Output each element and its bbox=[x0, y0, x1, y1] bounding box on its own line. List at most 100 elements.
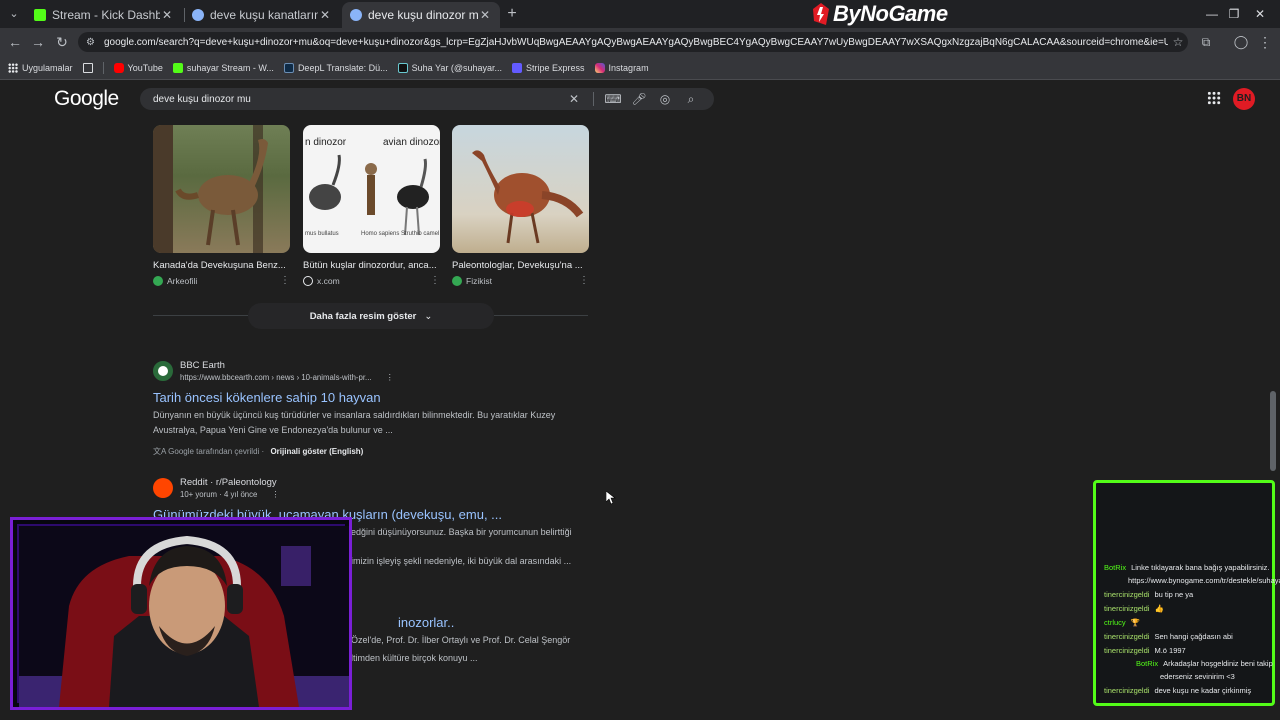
dinosaur-forest-image[interactable] bbox=[153, 125, 290, 253]
show-original-link[interactable]: Orijinali göster (English) bbox=[270, 447, 363, 456]
page-scrollbar[interactable] bbox=[1270, 391, 1276, 471]
image-source[interactable]: x.com ⋮ bbox=[303, 275, 440, 286]
back-arrow-icon[interactable]: ← bbox=[5, 32, 25, 52]
bookmark-youtube[interactable]: YouTube bbox=[113, 62, 163, 73]
tab-strip: ⌄ Stream - Kick Dashboard ✕ deve kuşu ka… bbox=[0, 0, 1280, 28]
image-caption[interactable]: Paleontologlar, Devekuşu'na ... bbox=[452, 260, 589, 271]
tab-devekusu-kanat[interactable]: deve kuşu kanatlarının içindeki ✕ bbox=[184, 2, 340, 28]
streamer-image bbox=[19, 526, 349, 707]
feathered-dinosaur-image[interactable] bbox=[452, 125, 589, 253]
account-avatar[interactable]: BN bbox=[1233, 88, 1255, 110]
x-logo-icon bbox=[303, 275, 313, 286]
close-tab-icon[interactable]: ✕ bbox=[318, 8, 332, 22]
bookmark-label: suhayar Stream - W... bbox=[186, 62, 274, 73]
more-options-icon[interactable]: ⋮ bbox=[579, 275, 589, 286]
lens-icon[interactable]: ◎ bbox=[652, 92, 678, 106]
bookmark-divider bbox=[102, 61, 104, 74]
result-url-text: https://www.bbcearth.com › news › 10-ani… bbox=[180, 373, 372, 382]
bookmark-deepl[interactable]: DeepL Translate: Dü... bbox=[283, 62, 388, 73]
result-site-url: https://www.bbcearth.com › news › 10-ani… bbox=[180, 373, 394, 382]
image-label-bottom-middle: Homo sapiens bbox=[361, 231, 399, 237]
chat-text: 🏆 bbox=[1130, 618, 1141, 627]
google-favicon-icon bbox=[192, 9, 204, 21]
chat-text: Sen hangi çağdasın abi bbox=[1154, 632, 1233, 641]
image-source-name: x.com bbox=[317, 275, 340, 286]
translation-note: 文A Google tarafından çevrildi · Orijinal… bbox=[153, 446, 593, 457]
bookmark-tiktok[interactable]: Suha Yar (@suhayar... bbox=[397, 62, 502, 73]
tab-google-search-active[interactable]: deve kuşu dinozor mu - Google ✕ bbox=[342, 2, 500, 28]
result-site[interactable]: Reddit · r/Paleontology 10+ yorum · 4 yı… bbox=[153, 477, 593, 499]
close-window-icon[interactable]: ✕ bbox=[1238, 0, 1280, 28]
image-source-name: Arkeofili bbox=[167, 275, 198, 286]
google-logo[interactable]: Google bbox=[54, 87, 119, 111]
search-input[interactable]: deve kuşu dinozor mu bbox=[153, 94, 561, 105]
microphone-icon[interactable]: 🎤︎ bbox=[626, 92, 652, 106]
mouse-cursor-icon bbox=[606, 491, 616, 505]
account-initial: BN bbox=[1236, 93, 1252, 104]
chat-text: Arkadaşlar hoşgeldiniz beni takip bbox=[1163, 659, 1273, 668]
forward-arrow-icon[interactable]: → bbox=[28, 32, 48, 52]
new-tab-button[interactable]: + bbox=[502, 4, 522, 24]
address-bar[interactable]: ⚙ google.com/search?q=deve+kuşu+dinozor+… bbox=[78, 32, 1188, 52]
avian-dinosaur-diagram-image[interactable]: n dinozor avian dinozor mus bullatus Hom… bbox=[303, 125, 440, 253]
reload-icon[interactable]: ↻ bbox=[52, 32, 72, 52]
arkeofili-favicon-icon bbox=[153, 275, 163, 286]
chat-message: tinercinizgeldi deve kuşu ne kadar çirkin… bbox=[1104, 686, 1251, 695]
result-url-text: 10+ yorum · 4 yıl önce bbox=[180, 490, 258, 499]
address-url[interactable]: google.com/search?q=deve+kuşu+dinozor+mu… bbox=[104, 37, 1168, 48]
close-tab-icon[interactable]: ✕ bbox=[478, 8, 492, 22]
site-info-icon[interactable]: ⚙ bbox=[86, 37, 104, 48]
more-options-icon[interactable]: ⋮ bbox=[430, 275, 440, 286]
image-caption[interactable]: Kanada'da Devekuşuna Benz... bbox=[153, 260, 290, 271]
image-source-name: Fizikist bbox=[466, 275, 492, 286]
menu-kebab-icon[interactable]: ⋮ bbox=[1255, 32, 1275, 52]
close-tab-icon[interactable]: ✕ bbox=[160, 8, 174, 22]
fizikist-favicon-icon bbox=[452, 275, 462, 286]
chat-message: tinercinizgeldi Sen hangi çağdasın abi bbox=[1104, 632, 1233, 641]
image-caption[interactable]: Bütün kuşlar dinozordur, anca... bbox=[303, 260, 440, 271]
chat-text: bu tip ne ya bbox=[1154, 590, 1194, 599]
more-options-icon[interactable]: ⋮ bbox=[272, 490, 280, 499]
reading-list-icon[interactable] bbox=[82, 62, 93, 73]
search-icon[interactable]: ⌕ bbox=[678, 92, 704, 107]
bookmark-stripe[interactable]: Stripe Express bbox=[512, 62, 585, 73]
image-source[interactable]: Arkeofili ⋮ bbox=[153, 275, 290, 286]
chat-message: ederseniz sevinirim <3 bbox=[1160, 672, 1235, 681]
deepl-icon bbox=[283, 62, 294, 73]
bookmark-kick-stream[interactable]: suhayar Stream - W... bbox=[172, 62, 274, 73]
result-site[interactable]: BBC Earth https://www.bbcearth.com › new… bbox=[153, 360, 593, 382]
tab-kick-dashboard[interactable]: Stream - Kick Dashboard ✕ bbox=[26, 2, 182, 28]
instagram-icon bbox=[594, 62, 605, 73]
chat-username: tinercinizgeldi bbox=[1104, 590, 1150, 599]
image-result-card[interactable]: n dinozor avian dinozor mus bullatus Hom… bbox=[303, 125, 440, 286]
google-apps-icon[interactable] bbox=[1207, 91, 1221, 105]
result-title-link[interactable]: Tarih öncesi kökenlere sahip 10 hayvan bbox=[153, 390, 593, 405]
chat-message: tinercinizgeldi bu tip ne ya bbox=[1104, 590, 1193, 599]
more-options-icon[interactable]: ⋮ bbox=[280, 275, 290, 286]
keyboard-icon[interactable]: ⌨ bbox=[600, 92, 626, 106]
bookmark-star-icon[interactable]: ☆ bbox=[1168, 35, 1188, 49]
profile-icon[interactable]: ◯ bbox=[1231, 32, 1251, 52]
search-result-bbc: BBC Earth https://www.bbcearth.com › new… bbox=[153, 360, 593, 457]
chat-username: BotRix bbox=[1104, 563, 1127, 572]
bookmark-label: YouTube bbox=[127, 62, 163, 73]
image-label-bottom-left: mus bullatus bbox=[305, 231, 339, 237]
image-result-card[interactable]: Paleontologlar, Devekuşu'na ... Fizikist… bbox=[452, 125, 589, 286]
result-site-name: Reddit · r/Paleontology bbox=[180, 477, 277, 488]
image-result-card[interactable]: Kanada'da Devekuşuna Benz... Arkeofili ⋮ bbox=[153, 125, 290, 286]
clear-icon[interactable]: ✕ bbox=[561, 92, 587, 106]
more-images-button[interactable]: Daha fazla resim göster ⌄ bbox=[248, 303, 494, 329]
bookmark-apps[interactable]: Uygulamalar bbox=[8, 62, 73, 73]
search-box[interactable]: deve kuşu dinozor mu ✕ ⌨ 🎤︎ ◎ ⌕ bbox=[140, 88, 714, 110]
translate-icon: 文A bbox=[153, 447, 166, 456]
image-source[interactable]: Fizikist ⋮ bbox=[452, 275, 589, 286]
bynogame-logo-icon bbox=[813, 3, 829, 25]
extensions-icon[interactable]: ⧉ bbox=[1196, 32, 1216, 52]
chat-message: BotRix Arkadaşlar hoşgeldiniz beni takip bbox=[1136, 659, 1273, 668]
bookmark-instagram[interactable]: Instagram bbox=[594, 62, 649, 73]
chat-message: ctrlucy 🏆 bbox=[1104, 618, 1140, 627]
bookmark-label: Uygulamalar bbox=[22, 62, 73, 73]
more-options-icon[interactable]: ⋮ bbox=[386, 373, 394, 382]
image-label-avian: avian dinozor bbox=[383, 137, 440, 148]
tab-search-button[interactable]: ⌄ bbox=[4, 4, 24, 24]
